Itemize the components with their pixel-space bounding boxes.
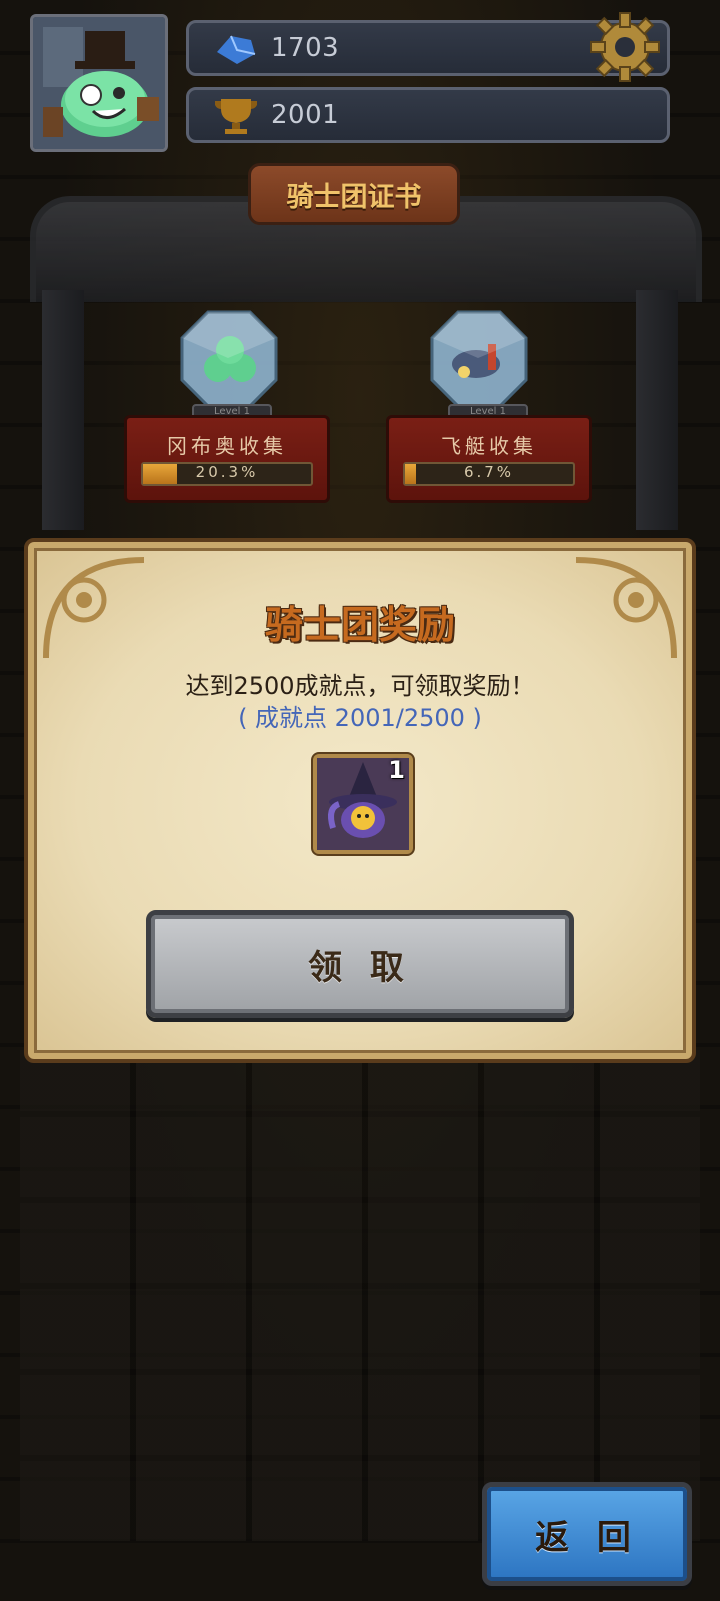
stone-floor: [20, 1050, 700, 1541]
reward-modal: 骑士团奖励 达到2500成就点，可领取奖励！ ( 成就点 2001/2500 )…: [24, 538, 696, 1063]
certificate-title: 骑士团证书: [286, 181, 422, 213]
right-pillar: [636, 290, 678, 530]
slime-avatar-icon: [33, 17, 165, 149]
modal-title: 骑士团奖励: [264, 603, 455, 647]
trophy-count: 2001: [271, 100, 340, 130]
airship-collection-crystal-icon[interactable]: [428, 308, 530, 410]
collection-name: 冈布奥收集: [167, 434, 287, 458]
back-button[interactable]: 返 回: [482, 1482, 692, 1586]
gear-icon[interactable]: [587, 9, 663, 85]
modal-message: 达到2500成就点，可领取奖励！: [185, 672, 535, 700]
slime-collection-crystal-icon[interactable]: [178, 308, 280, 410]
collection-percent: 6.7%: [463, 463, 515, 481]
achievement-progress: ( 成就点 2001/2500 ): [238, 704, 482, 732]
gem-counter: 1703: [186, 12, 670, 82]
left-pillar: [42, 290, 84, 530]
gem-count: 1703: [271, 33, 340, 63]
player-avatar[interactable]: [30, 14, 168, 152]
blue-gem-icon: [217, 35, 256, 64]
reward-item[interactable]: 1: [313, 754, 413, 854]
collection-card-slime[interactable]: 冈布奥收集 20.3%: [124, 415, 330, 503]
collection-name: 飞艇收集: [441, 434, 537, 458]
collection-progress-bar: 6.7%: [403, 462, 575, 486]
claim-button[interactable]: 领 取: [146, 910, 574, 1018]
back-button-label: 返 回: [535, 1517, 639, 1558]
reward-quantity: 1: [388, 756, 405, 784]
trophy-icon: [215, 99, 257, 134]
collection-progress-bar: 20.3%: [141, 462, 313, 486]
certificate-title-plate: 骑士团证书: [248, 163, 460, 225]
trophy-counter: 2001: [186, 87, 670, 143]
claim-button-label: 领 取: [308, 947, 412, 988]
collection-card-airship[interactable]: 飞艇收集 6.7%: [386, 415, 592, 503]
collection-percent: 20.3%: [195, 463, 259, 481]
